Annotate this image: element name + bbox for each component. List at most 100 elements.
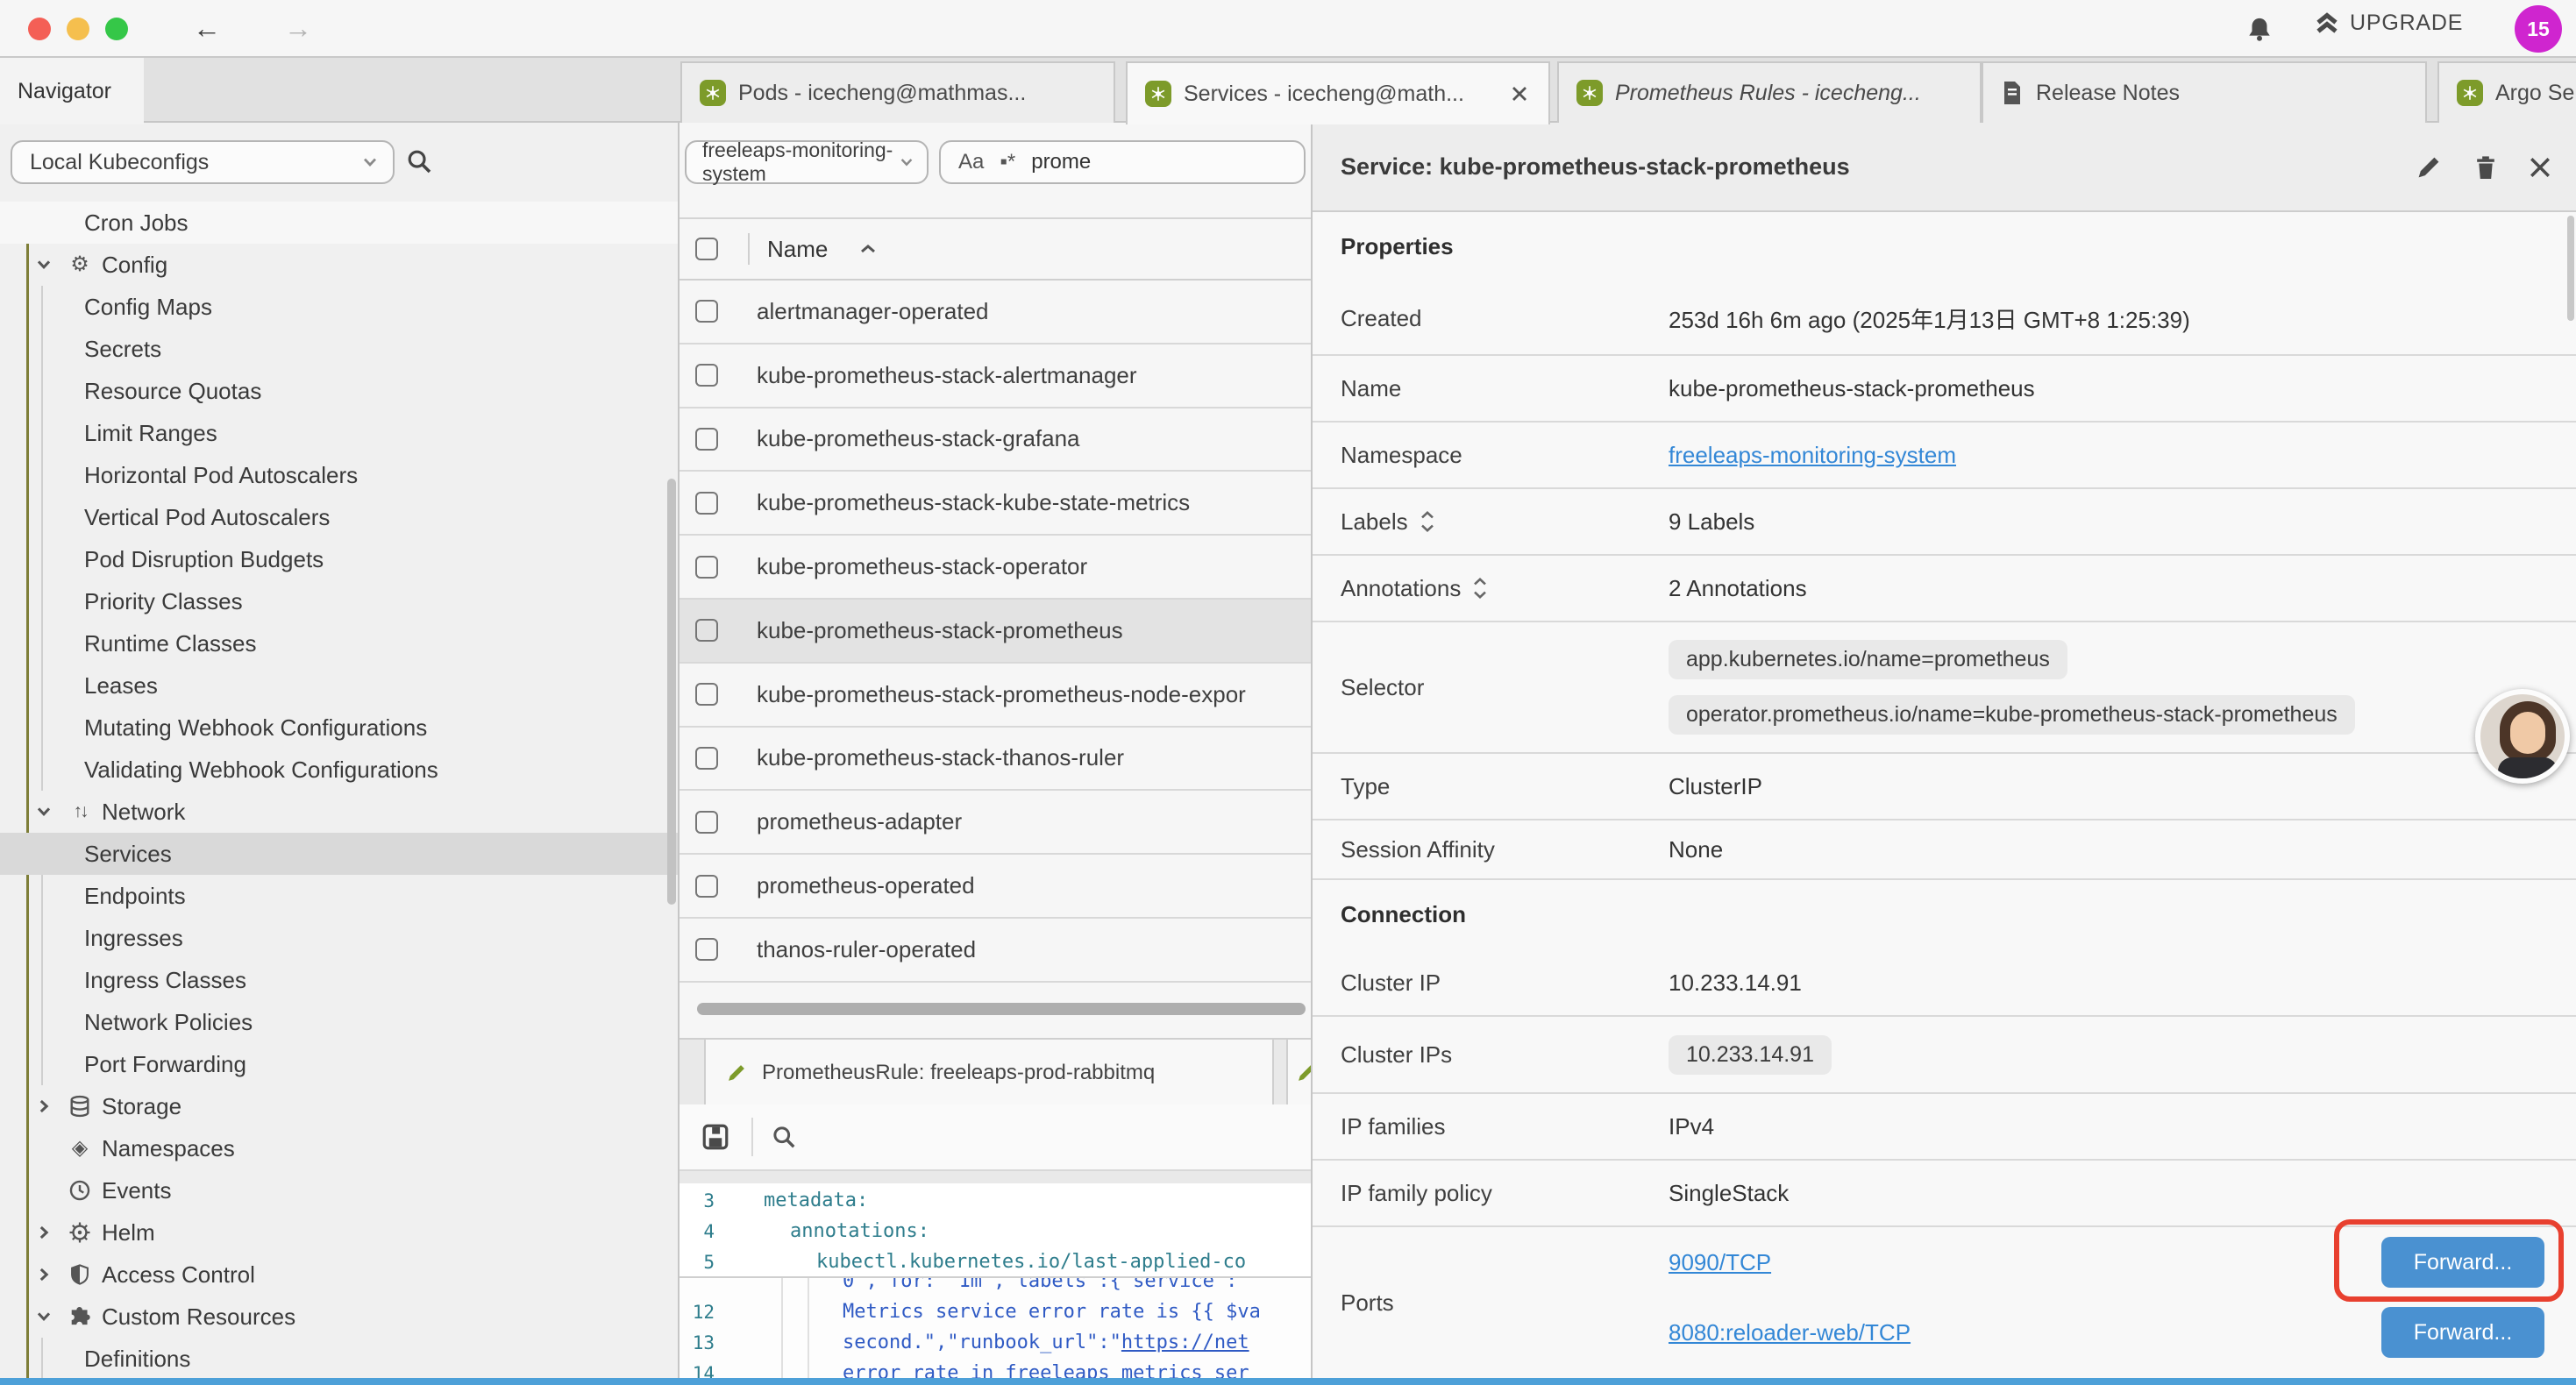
sidebar-item-priority-classes[interactable]: Priority Classes bbox=[0, 580, 678, 622]
editor-tab-prometheusrule[interactable]: PrometheusRule: freeleaps-prod-rabbitmq bbox=[704, 1040, 1274, 1106]
tab-release-notes[interactable]: Release Notes bbox=[1982, 61, 2427, 123]
sidebar-item-namespaces[interactable]: ◈Namespaces bbox=[0, 1127, 678, 1169]
sidebar-item-horizontal-pod-autoscalers[interactable]: Horizontal Pod Autoscalers bbox=[0, 454, 678, 496]
sidebar-item-custom-resources[interactable]: Custom Resources bbox=[0, 1296, 678, 1338]
case-sensitive-toggle[interactable]: Aa bbox=[958, 150, 984, 174]
row-checkbox[interactable] bbox=[695, 747, 718, 770]
sidebar-item-port-forwarding[interactable]: Port Forwarding bbox=[0, 1043, 678, 1085]
minimize-window-button[interactable] bbox=[67, 18, 89, 40]
sidebar-item-ingress-classes[interactable]: Ingress Classes bbox=[0, 959, 678, 1001]
sidebar-item-validating-webhook-configurations[interactable]: Validating Webhook Configurations bbox=[0, 749, 678, 791]
horizontal-scrollbar[interactable] bbox=[697, 1003, 1306, 1015]
table-row[interactable]: alertmanager-operated bbox=[680, 281, 1311, 344]
zoom-window-button[interactable] bbox=[105, 18, 128, 40]
row-checkbox[interactable] bbox=[695, 300, 718, 323]
sidebar-item-network-policies[interactable]: Network Policies bbox=[0, 1001, 678, 1043]
trash-icon[interactable] bbox=[2473, 153, 2499, 181]
sort-updown-icon[interactable] bbox=[1473, 577, 1487, 600]
table-row[interactable]: prometheus-adapter bbox=[680, 791, 1311, 855]
chevron-right-icon[interactable] bbox=[35, 1266, 54, 1283]
upgrade-button[interactable]: UPGRADE bbox=[2315, 11, 2463, 36]
sidebar-item-config-maps[interactable]: Config Maps bbox=[0, 286, 678, 328]
sidebar-item-ingresses[interactable]: Ingresses bbox=[0, 917, 678, 959]
chevron-down-icon[interactable] bbox=[35, 803, 54, 820]
row-checkbox[interactable] bbox=[695, 428, 718, 451]
sidebar-item-config[interactable]: ⚙Config bbox=[0, 244, 678, 286]
sidebar-item-network[interactable]: ↑↓Network bbox=[0, 791, 678, 833]
row-checkbox[interactable] bbox=[695, 938, 718, 961]
sidebar-item-events[interactable]: Events bbox=[0, 1169, 678, 1211]
details-scrollbar[interactable] bbox=[2567, 216, 2574, 321]
row-checkbox[interactable] bbox=[695, 492, 718, 515]
sidebar-item-access-control[interactable]: Access Control bbox=[0, 1254, 678, 1296]
select-all-checkbox[interactable] bbox=[695, 238, 718, 260]
chevron-down-icon[interactable] bbox=[35, 256, 54, 273]
chevron-right-icon[interactable] bbox=[35, 1097, 54, 1115]
back-arrow-icon[interactable]: ← bbox=[193, 7, 221, 49]
sidebar-item-secrets[interactable]: Secrets bbox=[0, 328, 678, 370]
sidebar-item-storage[interactable]: Storage bbox=[0, 1085, 678, 1127]
row-checkbox[interactable] bbox=[695, 556, 718, 579]
table-row[interactable]: kube-prometheus-stack-alertmanager bbox=[680, 344, 1311, 408]
chevron-down-icon[interactable] bbox=[35, 1308, 54, 1325]
sidebar-item-resource-quotas[interactable]: Resource Quotas bbox=[0, 370, 678, 412]
tab-navigator[interactable]: Navigator bbox=[0, 58, 144, 124]
sidebar-item-services[interactable]: Services bbox=[0, 833, 678, 875]
table-row[interactable]: thanos-ruler-operated bbox=[680, 919, 1311, 983]
table-row[interactable]: kube-prometheus-stack-operator bbox=[680, 536, 1311, 600]
bell-icon[interactable] bbox=[2245, 14, 2274, 46]
row-checkbox[interactable] bbox=[695, 619, 718, 642]
table-row[interactable]: kube-prometheus-stack-grafana bbox=[680, 408, 1311, 472]
tab-services[interactable]: Services - icecheng@math... bbox=[1126, 61, 1550, 124]
detail-row-session-affinity: Session AffinityNone bbox=[1313, 820, 2576, 880]
search-input[interactable]: Aa ▪* prome bbox=[939, 140, 1306, 184]
tab-prometheus-rules[interactable]: Prometheus Rules - icecheng... bbox=[1557, 61, 1982, 123]
chevron-right-icon[interactable] bbox=[35, 1224, 54, 1241]
editor-search-icon[interactable] bbox=[771, 1124, 797, 1150]
save-icon[interactable] bbox=[701, 1122, 730, 1152]
namespace-link[interactable]: freeleaps-monitoring-system bbox=[1669, 442, 1956, 469]
row-checkbox[interactable] bbox=[695, 811, 718, 834]
sidebar-scrollbar[interactable] bbox=[667, 479, 676, 905]
tab-pods[interactable]: Pods - icecheng@mathmas... bbox=[680, 61, 1115, 123]
editor-tab-next[interactable] bbox=[1286, 1040, 1313, 1106]
close-tab-icon[interactable] bbox=[1508, 86, 1531, 102]
table-row[interactable]: prometheus-operated bbox=[680, 855, 1311, 919]
sort-updown-icon[interactable] bbox=[1420, 510, 1434, 533]
table-row[interactable]: kube-prometheus-stack-kube-state-metrics bbox=[680, 472, 1311, 536]
table-row[interactable]: kube-prometheus-stack-prometheus bbox=[680, 600, 1311, 664]
forward-arrow-icon[interactable]: → bbox=[284, 7, 312, 49]
close-panel-icon[interactable] bbox=[2529, 156, 2551, 179]
sidebar-item-vertical-pod-autoscalers[interactable]: Vertical Pod Autoscalers bbox=[0, 496, 678, 538]
sidebar-item-helm[interactable]: Helm bbox=[0, 1211, 678, 1254]
sidebar-item-pod-disruption-budgets[interactable]: Pod Disruption Budgets bbox=[0, 538, 678, 580]
sort-ascending-icon[interactable] bbox=[859, 242, 877, 256]
sidebar-search-icon[interactable] bbox=[405, 147, 433, 175]
forward-button[interactable]: Forward... bbox=[2381, 1307, 2544, 1358]
sidebar-item-endpoints[interactable]: Endpoints bbox=[0, 875, 678, 917]
code-link[interactable]: https://net bbox=[1121, 1332, 1249, 1353]
notification-badge[interactable]: 15 bbox=[2515, 5, 2562, 53]
sidebar-item-runtime-classes[interactable]: Runtime Classes bbox=[0, 622, 678, 664]
tab-argo[interactable]: Argo Se bbox=[2437, 61, 2576, 123]
user-avatar[interactable] bbox=[2475, 689, 2570, 784]
sidebar-item-cron-jobs[interactable]: Cron Jobs bbox=[0, 202, 678, 244]
namespace-selector[interactable]: freeleaps-monitoring-system bbox=[685, 140, 929, 184]
row-checkbox[interactable] bbox=[695, 875, 718, 898]
port-link[interactable]: 8080:reloader-web/TCP bbox=[1669, 1319, 1911, 1346]
edit-pencil-icon[interactable] bbox=[2415, 153, 2443, 181]
port-link[interactable]: 9090/TCP bbox=[1669, 1249, 1771, 1276]
sidebar-item-leases[interactable]: Leases bbox=[0, 664, 678, 707]
close-window-button[interactable] bbox=[28, 18, 51, 40]
table-row[interactable]: kube-prometheus-stack-thanos-ruler bbox=[680, 728, 1311, 792]
table-row[interactable]: kube-prometheus-stack-prometheus-node-ex… bbox=[680, 664, 1311, 728]
row-checkbox[interactable] bbox=[695, 683, 718, 706]
sidebar-item-limit-ranges[interactable]: Limit Ranges bbox=[0, 412, 678, 454]
sidebar-item-mutating-webhook-configurations[interactable]: Mutating Webhook Configurations bbox=[0, 707, 678, 749]
sidebar-item-definitions[interactable]: Definitions bbox=[0, 1338, 678, 1380]
name-column-header[interactable]: Name bbox=[767, 236, 828, 263]
regex-toggle[interactable]: ▪* bbox=[1000, 150, 1015, 174]
kubeconfig-selector[interactable]: Local Kubeconfigs bbox=[11, 140, 395, 184]
yaml-editor[interactable]: 3metadata:4annotations:5kubectl.kubernet… bbox=[680, 1171, 1311, 1385]
row-checkbox[interactable] bbox=[695, 364, 718, 387]
